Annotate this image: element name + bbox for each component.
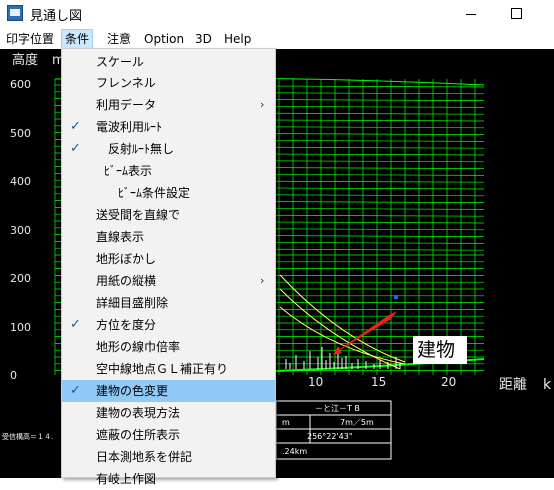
menu-item-label: 地形ぼかし <box>96 252 157 266</box>
y-tick-labels: 600 500 400 300 200 100 0 <box>10 78 31 382</box>
station-marker <box>394 295 398 299</box>
x-axis-unit: k <box>543 377 552 393</box>
menu-item-label: 利用データ <box>96 98 157 112</box>
menu-item-5[interactable]: ﾋﾞｰﾑ表示 <box>62 160 275 182</box>
left-note: 受信構高＝１４. <box>2 432 53 441</box>
menu-item-label: ﾋﾞｰﾑ表示 <box>104 164 153 178</box>
menu-item-label: 建物の表現方法 <box>96 406 181 420</box>
menu-item-label: 方位を度分 <box>96 318 157 332</box>
menu-conditions[interactable]: 条件 <box>61 29 94 49</box>
menu-item-9[interactable]: 地形ぼかし <box>62 248 275 270</box>
y-tick-label: 100 <box>10 321 31 334</box>
menu-item-2[interactable]: 利用データ › <box>62 94 275 116</box>
menu-item-label: ﾋﾞｰﾑ条件設定 <box>118 186 191 200</box>
table-row-2a: m <box>282 418 290 427</box>
menu-print-position[interactable]: 印字位置 <box>3 30 57 48</box>
menu-item-6[interactable]: ﾋﾞｰﾑ条件設定 <box>62 182 275 204</box>
y-axis-title: 高度 <box>12 52 38 68</box>
menu-item-label: 直線表示 <box>96 230 145 244</box>
y-tick-label: 400 <box>10 175 31 188</box>
check-icon: ✓ <box>70 383 81 398</box>
menu-item-0[interactable]: スケール <box>62 51 275 73</box>
building-callout: 建物 <box>413 336 467 364</box>
menu-item-label: 詳細目盛削除 <box>96 296 169 310</box>
menu-item-label: 遮蔽の住所表示 <box>96 428 181 442</box>
menu-item-17[interactable]: 遮蔽の住所表示 <box>62 424 275 446</box>
menu-help[interactable]: Help <box>221 30 254 48</box>
menu-item-1[interactable]: フレンネル <box>62 72 275 94</box>
minimize-icon <box>466 14 476 15</box>
menu-item-label: 有岐上作図 <box>96 472 157 486</box>
menu-item-12[interactable]: ✓ 方位を度分 <box>62 314 275 336</box>
menu-item-label: 反射ﾙｰﾄ無し <box>108 142 175 156</box>
app-icon <box>7 5 23 21</box>
menu-item-13[interactable]: 地形の線巾倍率 <box>62 336 275 358</box>
menu-3d[interactable]: 3D <box>192 30 215 48</box>
y-tick-label: 0 <box>10 369 17 382</box>
table-row-3: 256°22'43" <box>307 432 353 441</box>
fresnel-lower-curve <box>279 306 406 365</box>
x-axis-title: 距離 <box>499 376 527 393</box>
menu-item-18[interactable]: 日本測地系を併記 <box>62 446 275 468</box>
title-bar: 見通し図 <box>0 0 554 28</box>
minimize-button[interactable] <box>452 2 492 26</box>
y-tick-label: 500 <box>10 127 31 140</box>
menu-item-label: 日本測地系を併記 <box>96 450 193 464</box>
menu-item-3[interactable]: ✓ 電波利用ﾙｰﾄ <box>62 116 275 138</box>
menu-item-label: 地形の線巾倍率 <box>96 340 181 354</box>
conditions-dropdown-menu: スケールフレンネル利用データ › ✓ 電波利用ﾙｰﾄ ✓ 反射ﾙｰﾄ無し ﾋﾞｰﾑ表示 ﾋﾞｰ… <box>61 48 276 486</box>
x-tick-10: 10 <box>308 375 323 389</box>
menu-bar: 印字位置 条件 注意 Option 3D Help <box>0 28 554 49</box>
menu-item-8[interactable]: 直線表示 <box>62 226 275 248</box>
menu-item-label: 建物の色変更 <box>96 384 169 398</box>
menu-item-7[interactable]: 送受間を直線で <box>62 204 275 226</box>
x-tick-20: 20 <box>441 375 456 389</box>
menu-notes[interactable]: 注意 <box>104 30 134 48</box>
menu-item-label: フレンネル <box>96 76 156 90</box>
y-tick-label: 200 <box>10 272 31 285</box>
x-tick-15: 15 <box>371 375 386 389</box>
check-icon: ✓ <box>70 317 81 332</box>
menu-item-10[interactable]: 用紙の縦横 › <box>62 270 275 292</box>
menu-item-label: スケール <box>96 55 145 69</box>
window-title: 見通し図 <box>30 9 83 24</box>
menu-item-16[interactable]: 建物の表現方法 <box>62 402 275 424</box>
menu-item-label: 用紙の縦横 <box>96 274 157 288</box>
check-icon: ✓ <box>70 141 81 156</box>
menu-item-label: 電波利用ﾙｰﾄ <box>96 120 163 134</box>
menu-option[interactable]: Option <box>141 30 187 48</box>
table-row-1: －と江－T B <box>315 404 360 413</box>
menu-item-label: 送受間を直線で <box>96 208 181 222</box>
menu-item-label: 空中線地点ＧＬ補正有り <box>96 362 229 376</box>
chevron-right-icon: › <box>260 274 265 287</box>
y-tick-label: 600 <box>10 78 31 91</box>
table-row-2b: 7m／5m <box>340 418 374 427</box>
y-tick-label: 300 <box>10 224 31 237</box>
maximize-button[interactable] <box>496 2 536 26</box>
menu-item-11[interactable]: 詳細目盛削除 <box>62 292 275 314</box>
table-row-4: .24km <box>282 447 307 456</box>
arrow-to-building <box>333 311 397 355</box>
maximize-icon <box>511 8 522 19</box>
check-icon: ✓ <box>70 119 81 134</box>
menu-item-19[interactable]: 有岐上作図 <box>62 468 275 490</box>
menu-item-4[interactable]: ✓ 反射ﾙｰﾄ無し <box>62 138 275 160</box>
chevron-right-icon: › <box>260 98 265 111</box>
menu-item-15[interactable]: ✓ 建物の色変更 <box>62 380 275 402</box>
menu-item-14[interactable]: 空中線地点ＧＬ補正有り <box>62 358 275 380</box>
